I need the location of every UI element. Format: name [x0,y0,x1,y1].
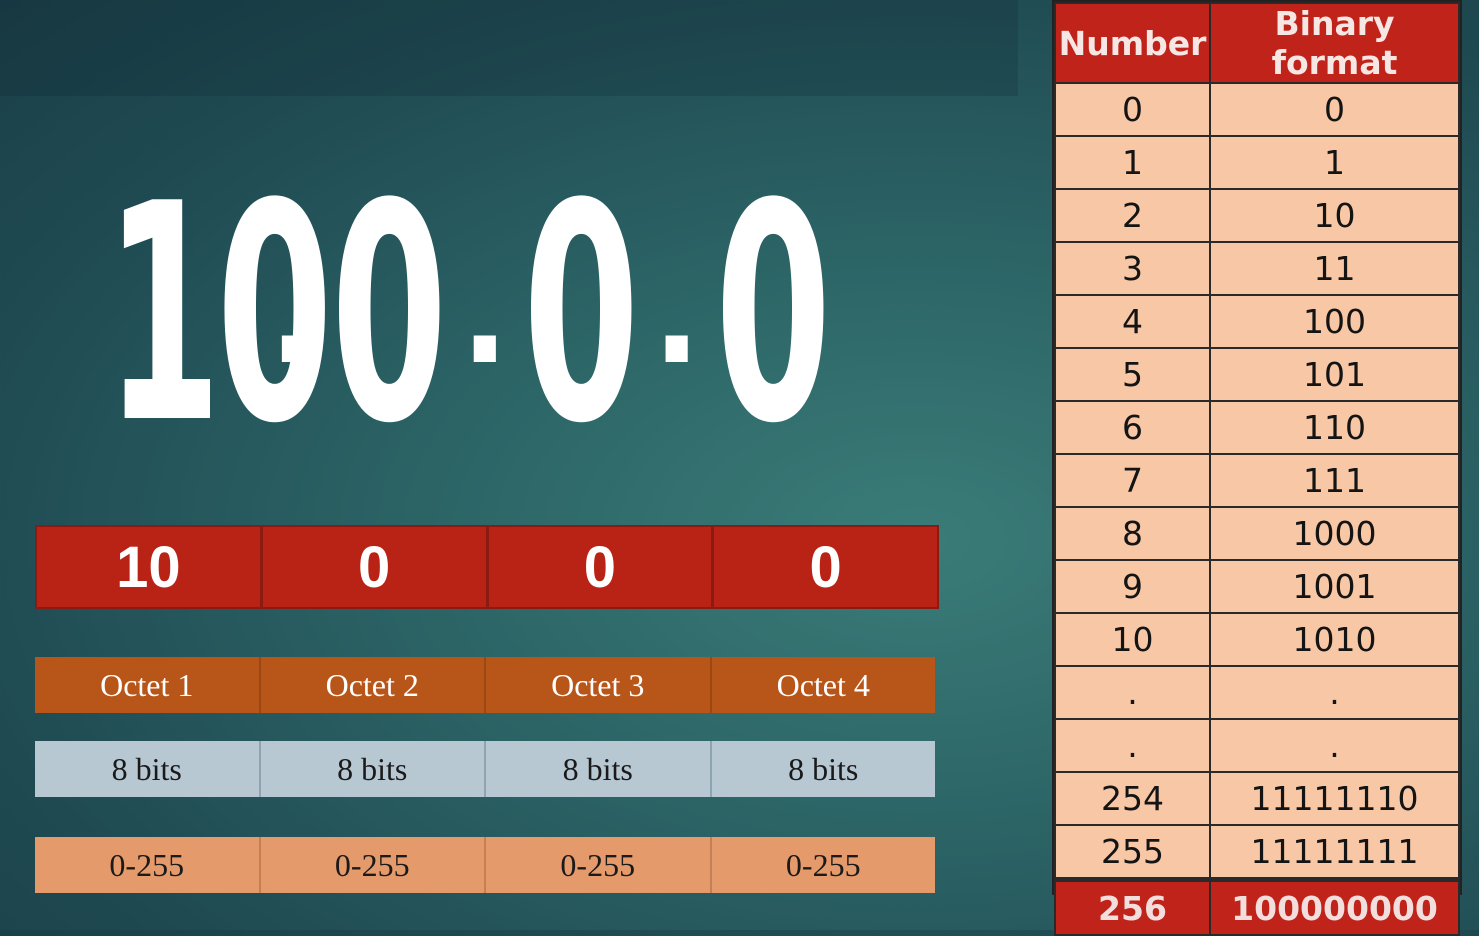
big-octet-3: 0 [522,140,639,489]
octet-value: 0 [809,534,842,600]
binary-cell: 11111110 [1209,771,1460,826]
binary-cell: 101 [1209,347,1460,402]
header-binary: Binary format [1209,2,1460,84]
bits-label: 8 bits [261,741,486,797]
octet-label: Octet 4 [776,666,870,703]
range-row: 0-255 0-255 0-255 0-255 [35,837,935,893]
table-row: 8 1000 [1054,506,1460,561]
bits-row: 8 bits 8 bits 8 bits 8 bits [35,741,935,797]
number-cell: 5 [1054,347,1211,402]
big-dot-3: . [652,233,701,396]
number-cell: 4 [1054,294,1211,349]
number-cell: 255 [1054,824,1211,881]
number-cell: . [1054,665,1211,720]
big-octet-1: 10 [105,140,333,489]
binary-cell: 1 [1209,135,1460,190]
table-total-row: 256 100000000 [1054,877,1460,936]
range-label: 0-255 [261,837,486,893]
number-cell: 1 [1054,135,1211,190]
number-cell: 9 [1054,559,1211,614]
table-header-row: Number Binary format [1054,2,1460,84]
table-row: 11 [1054,135,1460,190]
table-row: 9 1001 [1054,559,1460,614]
binary-cell: 11111111 [1209,824,1460,881]
binary-cell: 110 [1209,400,1460,455]
table-row: 3 11 [1054,241,1460,296]
table-row: 254 11111110 [1054,771,1460,826]
number-cell: 10 [1054,612,1211,667]
table-row: 10 1010 [1054,612,1460,667]
binary-cell: 0 [1209,82,1460,137]
table-row: 00 [1054,82,1460,137]
number-cell: 7 [1054,453,1211,508]
binary-cell: 1001 [1209,559,1460,614]
number-cell: 8 [1054,506,1211,561]
bits-label: 8 bits [788,750,859,787]
range-label: 0-255 [35,837,261,893]
big-dot-2: . [460,233,509,396]
octet-value: 0 [489,527,715,607]
octet-value: 0 [263,527,489,607]
number-cell: 254 [1054,771,1211,826]
top-band [0,0,1018,96]
bits-label: 8 bits [35,741,261,797]
binary-table-panel: Number Binary format 00 11 2 10 3 11 4 100 … [1052,0,1462,936]
octet-label: Octet 2 [261,657,486,713]
table-row: 7 111 [1054,453,1460,508]
total-number-cell: 256 [1054,877,1211,936]
binary-cell: 10 [1209,188,1460,243]
binary-table: Number Binary format 00 11 2 10 3 11 4 100 … [1054,2,1460,936]
binary-cell: 1010 [1209,612,1460,667]
bits-label: 8 bits [486,741,712,797]
total-binary-cell: 100000000 [1209,877,1460,936]
number-cell: 3 [1054,241,1211,296]
table-row: .. [1054,665,1460,720]
big-ip-address: 10 . 0 . 0 . 0 [105,165,865,465]
octet-labels-row: Octet 1 Octet 2 Octet 3 Octet 4 [35,657,935,713]
binary-cell: 11 [1209,241,1460,296]
range-label: 0-255 [486,837,712,893]
table-row: 5 101 [1054,347,1460,402]
number-cell: 6 [1054,400,1211,455]
table-row: .. [1054,718,1460,773]
number-cell: 2 [1054,188,1211,243]
number-cell: . [1054,718,1211,773]
header-number: Number [1054,2,1211,84]
number-cell: 0 [1054,82,1211,137]
binary-cell: . [1209,718,1460,773]
binary-cell: . [1209,665,1460,720]
octet-values-row: 10 0 0 0 [35,525,939,609]
table-row: 2 10 [1054,188,1460,243]
binary-cell: 100 [1209,294,1460,349]
table-row: 255 11111111 [1054,824,1460,881]
big-octet-4: 0 [714,140,831,489]
binary-cell: 1000 [1209,506,1460,561]
binary-cell: 111 [1209,453,1460,508]
octet-label: Octet 3 [486,657,712,713]
octet-label: Octet 1 [35,657,261,713]
table-row: 4 100 [1054,294,1460,349]
table-row: 6 110 [1054,400,1460,455]
big-octet-2: 0 [330,140,447,489]
octet-value: 10 [37,527,263,607]
range-label: 0-255 [785,846,861,883]
